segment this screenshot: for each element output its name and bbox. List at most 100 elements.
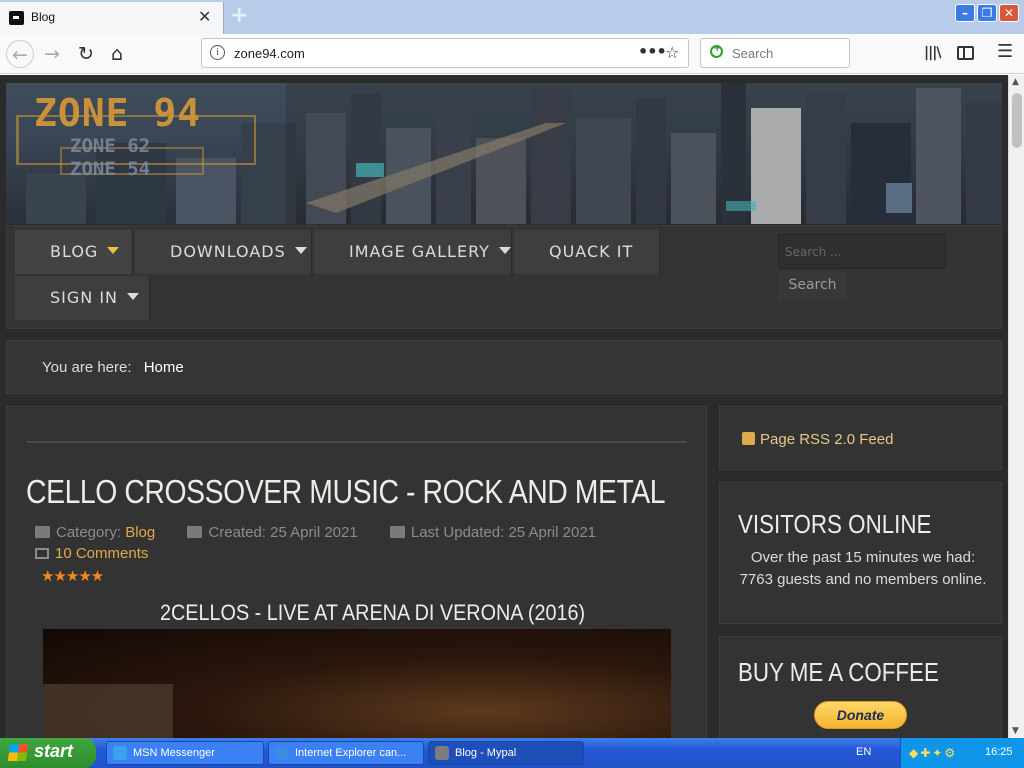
scroll-down-icon[interactable]: ▼: [1012, 726, 1019, 736]
star-rating[interactable]: ★★★★★: [41, 567, 104, 585]
task-label: MSN Messenger: [133, 747, 215, 759]
language-indicator[interactable]: EN: [856, 746, 871, 758]
library-icon[interactable]: |||\: [924, 45, 941, 61]
internet-explorer-icon: [275, 746, 289, 760]
caret-down-icon: [498, 247, 511, 254]
logo-sub-line-2: ZONE 54: [70, 158, 151, 180]
browser-search-input[interactable]: Search: [700, 38, 850, 68]
tray-icons[interactable]: ◆✚✦⚙: [909, 746, 957, 760]
video-frame-image: [43, 684, 173, 738]
menu-item-label: QUACK IT: [549, 242, 634, 261]
comment-icon: [35, 548, 49, 559]
visitors-title: VISITORS ONLINE: [738, 509, 932, 539]
visitors-module: VISITORS ONLINE Over the past 15 minutes…: [719, 482, 1002, 624]
breadcrumb-label: You are here:: [42, 359, 132, 376]
main-menu: BLOG DOWNLOADS IMAGE GALLERY QUACK IT SI…: [6, 225, 1002, 329]
vertical-scrollbar[interactable]: ▲ ▼: [1008, 75, 1024, 738]
scrollbar-thumb[interactable]: [1012, 93, 1022, 148]
calendar-icon: [389, 526, 405, 538]
menu-item-quack-it[interactable]: QUACK IT: [514, 230, 660, 274]
updated-date: Last Updated: 25 April 2021: [410, 524, 597, 541]
video-player[interactable]: [43, 629, 671, 738]
coffee-title: BUY ME A COFFEE: [738, 657, 939, 687]
menu-item-image-gallery[interactable]: IMAGE GALLERY: [314, 230, 512, 274]
breadcrumb: You are here: Home: [6, 340, 1002, 394]
back-arrow-icon[interactable]: ←: [6, 40, 34, 68]
article-meta: Category: Blog Created: 25 April 2021 La…: [35, 524, 596, 541]
window-maximize-button[interactable]: ❐: [977, 4, 997, 22]
comments-count: 10 Comments: [55, 545, 149, 562]
logo-sub-line-1: ZONE 62: [70, 135, 151, 157]
address-bar[interactable]: i zone94.com ••• ☆: [201, 38, 689, 68]
start-label: start: [34, 741, 74, 761]
caret-down-icon: [294, 247, 307, 254]
donate-button[interactable]: Donate: [814, 701, 907, 729]
menu-item-sign-in[interactable]: SIGN IN: [15, 276, 150, 320]
caret-down-icon: [127, 293, 140, 300]
taskbar-item-blog[interactable]: Blog - Mypal: [428, 741, 584, 765]
site-logo[interactable]: ZONE 94: [34, 91, 201, 135]
site-search-button[interactable]: Search: [778, 271, 847, 301]
site-banner[interactable]: ZONE 94 ZONE 62 ZONE 54: [6, 83, 1002, 224]
msn-icon: [113, 746, 127, 760]
search-placeholder: Search: [732, 46, 774, 61]
browser-tab[interactable]: Blog ✕: [0, 2, 224, 34]
caret-down-icon: [107, 247, 120, 254]
tab-strip: Blog ✕ + – ❐ ✕: [0, 0, 1024, 34]
folder-icon: [35, 526, 50, 538]
reload-icon[interactable]: ↻: [72, 40, 100, 68]
rss-feed-link[interactable]: Page RSS 2.0 Feed: [742, 431, 893, 448]
new-tab-icon[interactable]: +: [230, 3, 248, 28]
article-title[interactable]: CELLO CROSSOVER MUSIC - ROCK AND METAL: [26, 473, 666, 511]
category-label: Category:: [56, 524, 122, 541]
visitors-text: Over the past 15 minutes we had: 7763 gu…: [739, 549, 987, 588]
menu-item-label: IMAGE GALLERY: [349, 242, 490, 261]
site-search-input[interactable]: Search ...: [778, 234, 946, 269]
close-tab-icon[interactable]: ✕: [198, 7, 211, 26]
menu-item-label: BLOG: [50, 242, 99, 261]
menu-item-blog[interactable]: BLOG: [15, 230, 133, 274]
site-info-icon[interactable]: i: [210, 45, 225, 60]
rss-module: Page RSS 2.0 Feed: [719, 406, 1002, 470]
created-date: Created: 25 April 2021: [208, 524, 358, 541]
clock[interactable]: 16:25: [985, 746, 1013, 758]
window-close-button[interactable]: ✕: [999, 4, 1019, 22]
search-engine-icon: [710, 43, 723, 58]
rss-label: Page RSS 2.0 Feed: [760, 431, 894, 448]
tab-title: Blog: [31, 10, 56, 24]
calendar-icon: [187, 526, 203, 538]
video-title: 2CELLOS - LIVE AT ARENA DI VERONA (2016): [160, 600, 586, 625]
task-label: Blog - Mypal: [455, 747, 517, 759]
rss-icon: [742, 432, 755, 445]
breadcrumb-home: Home: [143, 359, 184, 376]
system-tray: ◆✚✦⚙ 16:25: [900, 738, 1024, 768]
taskbar-item-ie[interactable]: Internet Explorer can...: [268, 741, 424, 765]
coffee-module: BUY ME A COFFEE Donate: [719, 636, 1002, 738]
menu-item-label: DOWNLOADS: [170, 242, 286, 261]
home-icon[interactable]: ⌂: [103, 40, 131, 68]
site-favicon-icon: [9, 11, 24, 25]
category-link[interactable]: Blog: [125, 524, 155, 541]
menu-item-label: SIGN IN: [50, 288, 119, 307]
start-button[interactable]: start: [0, 738, 96, 768]
page-actions-icon[interactable]: •••: [638, 42, 667, 61]
mypal-icon: [435, 746, 449, 760]
page-viewport: ZONE 94 ZONE 62 ZONE 54 BLOG DOWNLOADS I…: [0, 75, 1008, 738]
window-minimize-button[interactable]: –: [955, 4, 975, 22]
task-label: Internet Explorer can...: [295, 747, 407, 759]
comments-link[interactable]: 10 Comments: [35, 545, 148, 562]
menu-item-downloads[interactable]: DOWNLOADS: [135, 230, 312, 274]
bookmark-star-icon[interactable]: ☆: [665, 43, 679, 62]
article-panel: CELLO CROSSOVER MUSIC - ROCK AND METAL C…: [6, 406, 707, 738]
windows-flag-icon: [7, 744, 29, 761]
forward-arrow-icon[interactable]: →: [38, 40, 66, 68]
taskbar-item-msn[interactable]: MSN Messenger: [106, 741, 264, 765]
scroll-up-icon[interactable]: ▲: [1012, 77, 1019, 87]
hamburger-menu-icon[interactable]: ☰: [997, 41, 1013, 62]
address-url[interactable]: zone94.com: [234, 46, 305, 61]
divider: [27, 441, 687, 443]
navigation-toolbar: ← → ↻ ⌂ i zone94.com ••• ☆ Search |||\ ☰: [0, 34, 1024, 74]
taskbar: start MSN Messenger Internet Explorer ca…: [0, 738, 1024, 768]
sidebar-toggle-icon[interactable]: [957, 46, 974, 60]
site-logo-subtitle: ZONE 62 ZONE 54: [70, 135, 150, 181]
